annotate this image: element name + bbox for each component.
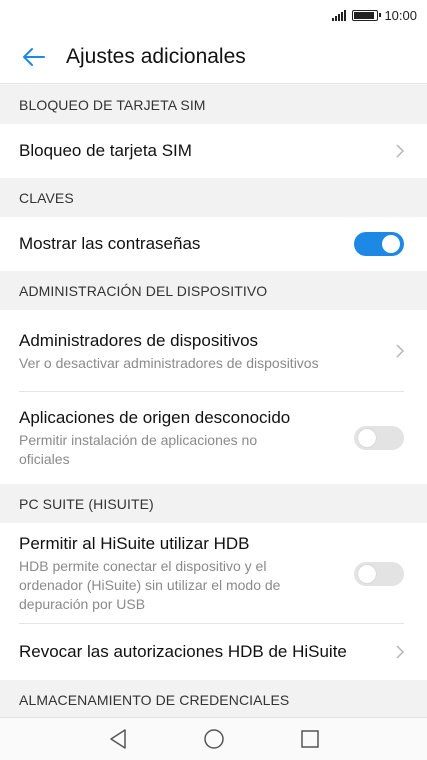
navigation-bar <box>0 717 427 760</box>
status-time: 10:00 <box>384 7 417 23</box>
chevron-right-icon <box>392 143 404 159</box>
device-admins-title: Administradores de dispositivos <box>19 330 259 350</box>
device-admins-item[interactable]: Administradores de dispositivos Ver o de… <box>0 310 427 392</box>
nav-back-button[interactable] <box>106 727 130 751</box>
nav-recents-icon <box>300 730 319 748</box>
signal-icon <box>332 9 347 21</box>
show-passwords-title: Mostrar las contraseñas <box>19 234 201 253</box>
back-button[interactable] <box>0 30 66 84</box>
show-passwords-item[interactable]: Mostrar las contraseñas <box>0 217 427 271</box>
hisuite-hdb-title: Permitir al HiSuite utilizar HDB <box>19 534 250 553</box>
nav-recents-button[interactable] <box>298 727 322 751</box>
nav-back-icon <box>109 729 126 749</box>
revoke-hdb-title: Revocar las autorizaciones HDB de HiSuit… <box>19 642 347 661</box>
section-header-pc-suite: PC SUITE (HISUITE) <box>0 484 427 523</box>
section-header-sim-lock: BLOQUEO DE TARJETA SIM <box>0 85 427 124</box>
sim-lock-item[interactable]: Bloqueo de tarjeta SIM <box>0 124 427 178</box>
section-header-passwords: CLAVES <box>0 178 427 217</box>
hisuite-hdb-toggle[interactable] <box>354 561 404 586</box>
chevron-right-icon <box>392 644 404 660</box>
unknown-sources-subtitle: Permitir instalación de aplicaciones no … <box>19 432 258 467</box>
app-bar: Ajustes adicionales <box>0 30 427 84</box>
hisuite-hdb-subtitle: HDB permite conectar el dispositivo y el… <box>19 558 281 612</box>
device-admins-subtitle: Ver o desactivar administradores de disp… <box>19 354 319 371</box>
sim-lock-title: Bloqueo de tarjeta SIM <box>19 141 192 160</box>
arrow-left-icon <box>23 47 45 66</box>
revoke-hdb-item[interactable]: Revocar las autorizaciones HDB de HiSuit… <box>0 624 427 680</box>
unknown-sources-toggle[interactable] <box>354 426 404 450</box>
settings-list[interactable]: BLOQUEO DE TARJETA SIM Bloqueo de tarjet… <box>0 85 427 717</box>
section-header-device-admin: ADMINISTRACIÓN DEL DISPOSITIVO <box>0 271 427 310</box>
unknown-sources-title: Aplicaciones de origen desconocido <box>19 408 291 427</box>
hisuite-hdb-item[interactable]: Permitir al HiSuite utilizar HDB HDB per… <box>0 523 427 624</box>
show-passwords-toggle[interactable] <box>354 232 404 256</box>
nav-home-button[interactable] <box>202 727 226 751</box>
unknown-sources-item[interactable]: Aplicaciones de origen desconocido Permi… <box>0 392 427 484</box>
page-title: Ajustes adicionales <box>66 44 246 68</box>
status-bar: 10:00 <box>0 0 427 30</box>
section-header-credentials: ALMACENAMIENTO DE CREDENCIALES <box>0 680 427 717</box>
nav-home-icon <box>203 729 224 749</box>
battery-icon <box>352 9 382 21</box>
chevron-right-icon <box>392 343 404 359</box>
